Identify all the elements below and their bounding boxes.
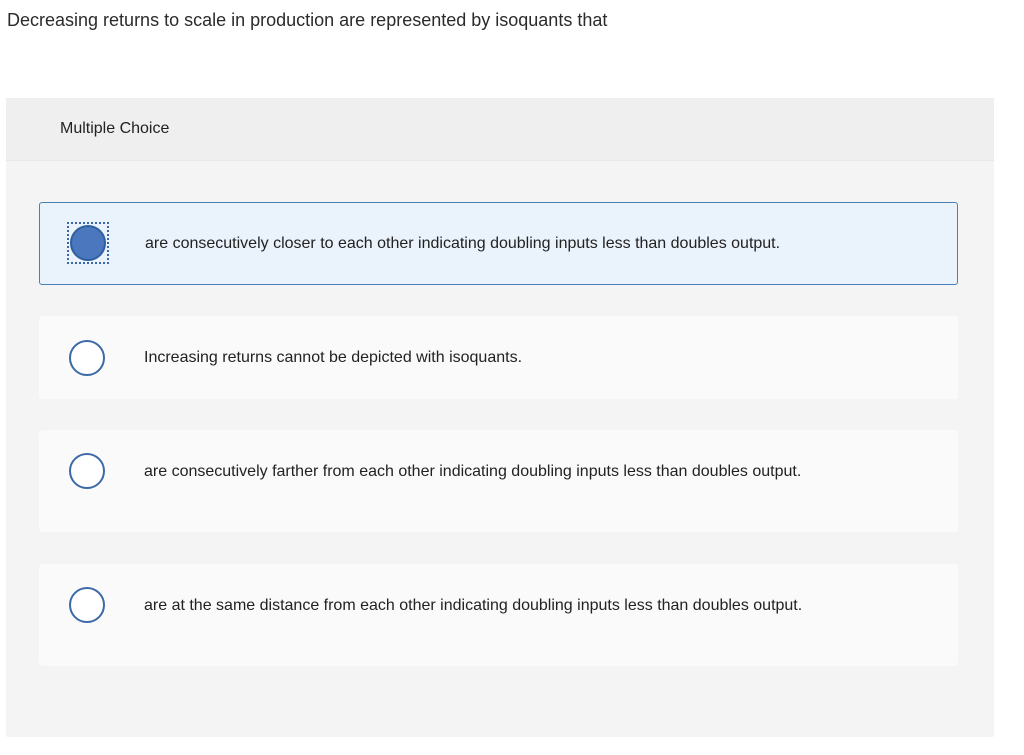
answer-option-4[interactable]: are at the same distance from each other…	[39, 564, 958, 666]
multiple-choice-header: Multiple Choice	[6, 98, 994, 161]
answer-option-4-text: are at the same distance from each other…	[144, 597, 803, 614]
answer-option-3-text: are consecutively farther from each othe…	[144, 463, 802, 480]
multiple-choice-panel: Multiple Choice are consecutively closer…	[6, 98, 994, 737]
answer-option-1[interactable]: are consecutively closer to each other i…	[39, 202, 958, 285]
answer-option-2-text: Increasing returns cannot be depicted wi…	[144, 349, 523, 366]
radio-button[interactable]	[69, 453, 105, 489]
answer-option-2[interactable]: Increasing returns cannot be depicted wi…	[39, 316, 958, 399]
radio-wrap	[66, 584, 108, 626]
answer-option-3[interactable]: are consecutively farther from each othe…	[39, 430, 958, 532]
radio-button-selected[interactable]	[70, 225, 106, 261]
radio-button[interactable]	[69, 587, 105, 623]
question-text: Decreasing returns to scale in productio…	[7, 10, 608, 30]
radio-wrap	[66, 337, 108, 379]
radio-button[interactable]	[69, 340, 105, 376]
radio-wrap	[66, 450, 108, 492]
radio-focus-ring	[67, 222, 109, 264]
multiple-choice-label: Multiple Choice	[60, 120, 170, 137]
answer-option-1-text: are consecutively closer to each other i…	[145, 235, 781, 252]
